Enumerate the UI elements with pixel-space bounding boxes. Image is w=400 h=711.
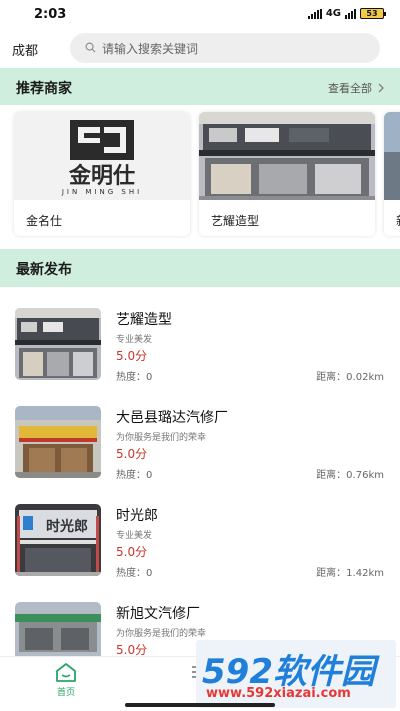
svg-text:JIN MING SHI: JIN MING SHI [61,188,142,196]
item-title: 新旭文汽修厂 [116,606,200,622]
home-indicator [125,703,275,707]
storefront-thumbnail [15,308,101,380]
signal-icon-2 [345,8,356,19]
svg-text:金明仕: 金明仕 [68,163,135,189]
item-title: 时光郎 [116,508,158,524]
item-score: 5.0分 [116,545,148,559]
latest-header: 最新发布 [0,249,400,287]
item-score: 5.0分 [116,447,148,461]
search-placeholder: 请输入搜索关键词 [102,42,199,56]
storefront-photo [384,112,400,200]
storefront-photo [199,112,375,200]
merchant-name: 金名仕 [26,214,63,228]
view-all-label: 查看全部 [328,82,372,95]
network-type: 4G [325,8,341,19]
merchant-card[interactable]: 金明仕 JIN MING SHI 金名仕 [14,112,190,236]
watermark-url: www.592xiazai.com [206,686,351,701]
tab-home-label: 首页 [56,688,75,698]
merchant-card[interactable]: 艺耀造型 [199,112,375,236]
item-title: 大邑县璐达汽修厂 [116,410,228,426]
chevron-right-icon [378,83,384,93]
list-item[interactable]: 艺耀造型 专业美发 5.0分 热度：0 距离：0.02km [0,288,400,386]
item-distance: 距离：0.76km [316,470,384,481]
item-score: 5.0分 [116,643,148,656]
item-subtitle: 为你服务是我们的荣幸 [116,433,207,443]
storefront-thumbnail: 时光郎 [15,504,101,576]
item-subtitle: 专业美发 [116,531,153,541]
signal-icon [307,8,322,19]
status-time: 2:03 [34,7,67,22]
item-title: 艺耀造型 [116,312,172,328]
recommended-header: 推荐商家 查看全部 [0,68,400,106]
status-indicators: 4G 53 [307,8,386,19]
item-score: 5.0分 [116,349,148,363]
search-icon [85,42,96,53]
item-heat: 热度：0 [116,372,153,383]
status-bar: 2:03 4G 53 [0,0,400,30]
merchant-carousel[interactable]: 金明仕 JIN MING SHI 金名仕 艺耀造型 新 [0,105,400,247]
home-icon [56,663,76,682]
search-input[interactable]: 请输入搜索关键词 [70,33,380,63]
storefront-thumbnail [15,602,101,656]
search-row: 成都 请输入搜索关键词 [0,30,400,68]
merchant-name: 新 [396,212,400,229]
svg-text:时光郎: 时光郎 [46,518,88,535]
watermark: 592软件园 www.592xiazai.com [196,640,396,708]
merchant-logo-image: 金明仕 JIN MING SHI [14,112,190,200]
city-selector[interactable]: 成都 [12,40,38,59]
item-heat: 热度：0 [116,470,153,481]
battery-icon: 53 [360,8,386,19]
jinmingshi-logo: 金明仕 JIN MING SHI [61,120,142,196]
latest-list[interactable]: 艺耀造型 专业美发 5.0分 热度：0 距离：0.02km 大邑县璐达汽修厂 为… [0,288,400,656]
storefront-thumbnail [15,406,101,478]
item-subtitle: 为你服务是我们的荣幸 [116,629,207,639]
list-item[interactable]: 时光郎 时光郎 专业美发 5.0分 热度：0 距离：1.42km [0,484,400,582]
merchant-card[interactable]: 新 [384,112,400,236]
item-distance: 距离：1.42km [316,568,384,579]
tab-home[interactable]: 首页 [36,661,96,701]
merchant-name: 艺耀造型 [211,214,260,228]
item-subtitle: 专业美发 [116,335,153,345]
list-item[interactable]: 大邑县璐达汽修厂 为你服务是我们的荣幸 5.0分 热度：0 距离：0.76km [0,386,400,484]
recommended-title: 推荐商家 [16,81,72,97]
item-heat: 热度：0 [116,568,153,579]
item-distance: 距离：0.02km [316,372,384,383]
latest-title: 最新发布 [16,262,72,278]
view-all-link[interactable]: 查看全部 [328,80,386,96]
